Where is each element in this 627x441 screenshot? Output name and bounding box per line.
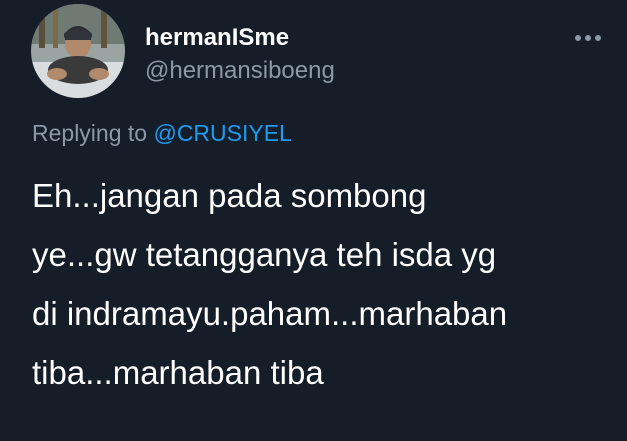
replying-to-line: Replying to @CRUSIYEL (32, 118, 292, 148)
tweet-text-line: di indramayu.paham...marhaban (32, 295, 508, 332)
more-options-button[interactable] (570, 24, 606, 52)
avatar-photo-icon (31, 4, 125, 98)
reply-mention-link[interactable]: @CRUSIYEL (153, 120, 291, 146)
author-display-name[interactable]: hermanISme (145, 23, 289, 53)
more-options-icon (575, 35, 601, 41)
replying-to-label: Replying to (32, 120, 148, 146)
tweet-text-line: Eh...jangan pada sombong (32, 177, 427, 214)
tweet-card: hermanISme @hermansiboeng Replying to @C… (0, 0, 627, 441)
tweet-text-line: tiba...marhaban tiba (32, 354, 324, 391)
author-handle[interactable]: @hermansiboeng (145, 56, 335, 86)
tweet-text: Eh...jangan pada sombong ye...gw tetangg… (32, 166, 612, 402)
user-avatar[interactable] (31, 4, 125, 98)
tweet-text-line: ye...gw tetangganya teh isda yg (32, 236, 497, 273)
